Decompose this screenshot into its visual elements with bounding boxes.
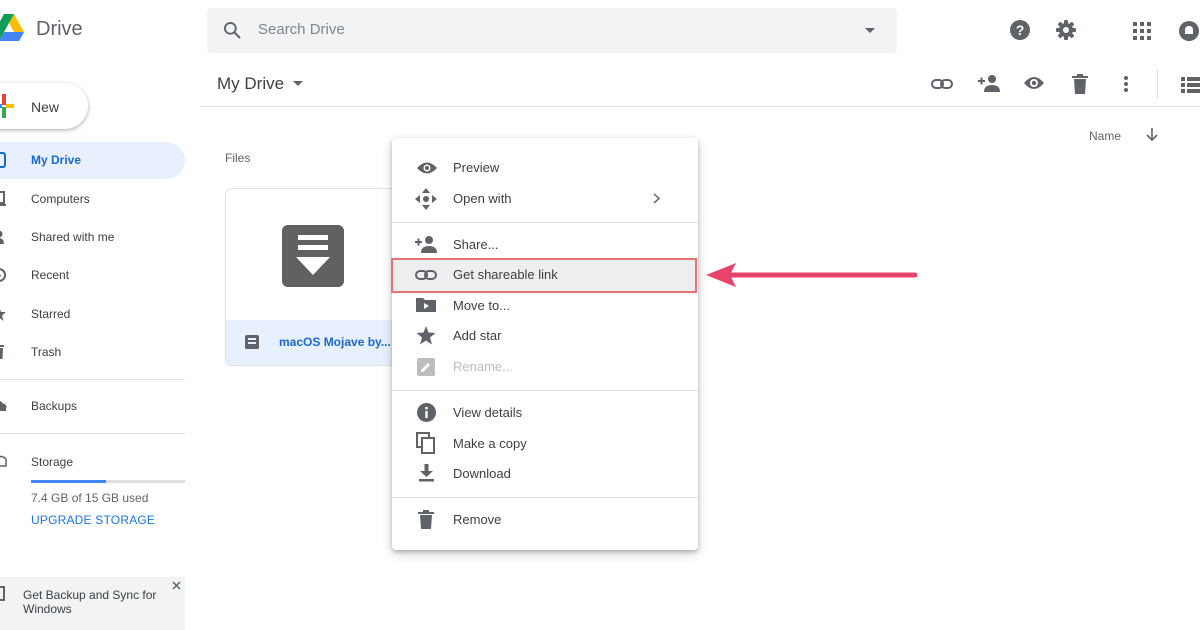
menu-item-make-copy[interactable]: Make a copy	[453, 436, 527, 451]
search-options-icon[interactable]	[864, 27, 876, 35]
sidebar-item-recent[interactable]: Recent	[31, 268, 69, 282]
backup-promo-line1: Get Backup and Sync for	[23, 588, 157, 602]
sidebar-item-trash[interactable]: Trash	[31, 345, 61, 359]
backup-promo-text: Get Backup and Sync for Windows	[23, 588, 156, 616]
menu-item-preview[interactable]: Preview	[453, 160, 499, 175]
svg-text:?: ?	[1016, 22, 1025, 38]
toolbar-divider	[1157, 70, 1158, 98]
sidebar-divider	[0, 433, 185, 434]
app-title[interactable]: Drive	[36, 18, 83, 41]
new-button-label[interactable]: New	[31, 99, 59, 115]
search-input[interactable]: Search Drive	[258, 21, 345, 38]
chevron-down-icon[interactable]	[293, 81, 303, 87]
drive-folder-icon	[0, 152, 6, 168]
rename-edit-icon	[417, 358, 435, 376]
annotation-arrow	[704, 261, 920, 291]
sort-by-name[interactable]: Name	[1089, 129, 1121, 143]
recent-clock-icon	[0, 267, 8, 283]
help-icon[interactable]: ?	[1009, 19, 1031, 41]
link-icon[interactable]	[931, 75, 953, 93]
storage-progress-fill	[31, 480, 106, 483]
copy-icon	[416, 432, 436, 454]
sidebar-item-computers[interactable]: Computers	[31, 192, 90, 206]
search-icon[interactable]	[222, 20, 242, 40]
menu-item-add-star[interactable]: Add star	[453, 328, 501, 343]
menu-divider	[392, 497, 698, 498]
document-icon	[244, 334, 260, 350]
computer-icon	[0, 586, 6, 602]
sidebar-item-shared[interactable]: Shared with me	[31, 230, 114, 244]
list-view-icon[interactable]	[1181, 77, 1200, 93]
sidebar-item-storage[interactable]: Storage	[31, 455, 73, 469]
page-title[interactable]: My Drive	[217, 74, 284, 94]
menu-item-download[interactable]: Download	[453, 466, 511, 481]
menu-item-move-to[interactable]: Move to...	[453, 298, 510, 313]
sidebar-item-backups[interactable]: Backups	[31, 399, 77, 413]
settings-gear-icon[interactable]	[1055, 19, 1077, 41]
arrow-down-icon[interactable]	[1146, 128, 1158, 142]
star-icon	[416, 326, 436, 345]
sidebar-divider	[0, 379, 185, 380]
menu-divider	[392, 222, 698, 223]
menu-item-get-shareable-link[interactable]: Get shareable link	[453, 267, 558, 282]
drive-logo-icon[interactable]	[0, 14, 24, 42]
add-person-icon[interactable]	[977, 73, 1001, 93]
sidebar-item-starred[interactable]: Starred	[31, 307, 70, 321]
close-icon[interactable]	[172, 581, 181, 590]
trash-icon[interactable]	[1072, 74, 1088, 94]
file-name[interactable]: macOS Mojave by...	[279, 335, 391, 349]
menu-item-view-details[interactable]: View details	[453, 405, 522, 420]
sidebar-item-my-drive[interactable]	[0, 142, 185, 179]
menu-item-share[interactable]: Share...	[453, 237, 499, 252]
apps-grid-icon[interactable]	[1133, 22, 1151, 40]
file-download-icon	[282, 225, 344, 287]
computer-icon	[0, 191, 6, 207]
more-options-icon[interactable]	[1123, 75, 1129, 93]
backup-promo-line2: Windows	[23, 602, 72, 616]
preview-eye-icon[interactable]	[1023, 75, 1045, 91]
sidebar-item-label[interactable]: My Drive	[31, 153, 81, 167]
header-divider	[200, 106, 1200, 107]
star-icon	[0, 306, 8, 322]
shared-people-icon	[0, 229, 8, 245]
upgrade-storage-link[interactable]: UPGRADE STORAGE	[31, 513, 155, 527]
chevron-right-icon	[653, 193, 660, 204]
add-person-icon	[414, 235, 438, 253]
open-with-move-icon	[415, 188, 437, 210]
trash-icon	[418, 510, 434, 529]
move-folder-icon	[416, 296, 436, 312]
trash-icon	[0, 344, 6, 360]
download-icon	[419, 464, 434, 482]
menu-item-open-with[interactable]: Open with	[453, 191, 512, 206]
files-section-label: Files	[225, 151, 251, 165]
storage-cloud-icon	[0, 454, 8, 468]
notifications-bell-icon[interactable]	[1178, 20, 1200, 42]
storage-used-text: 7.4 GB of 15 GB used	[31, 491, 149, 505]
menu-item-rename: Rename...	[453, 359, 513, 374]
cloud-icon	[0, 399, 8, 413]
menu-item-remove[interactable]: Remove	[453, 512, 501, 527]
preview-eye-icon	[416, 161, 438, 175]
menu-divider	[392, 390, 698, 391]
link-icon	[415, 268, 437, 282]
plus-icon	[0, 94, 14, 118]
info-icon	[417, 403, 436, 422]
